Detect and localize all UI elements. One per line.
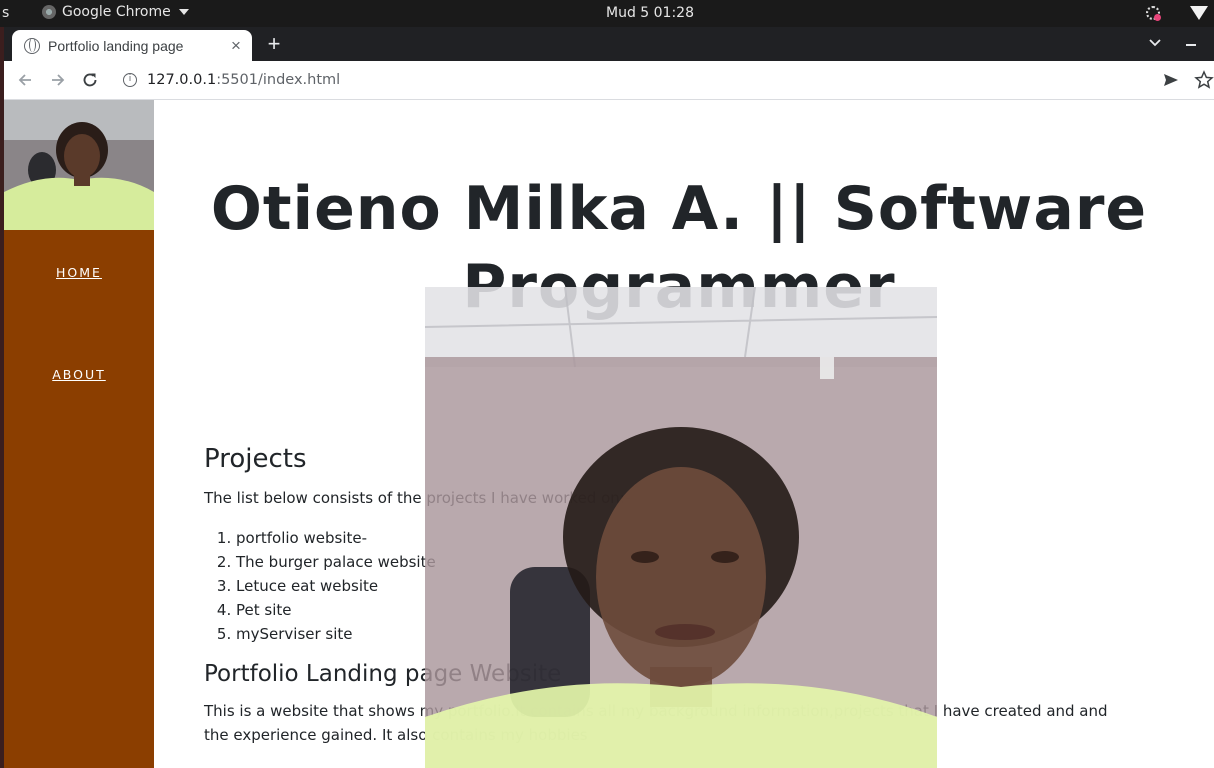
wifi-icon[interactable]	[1190, 6, 1208, 20]
list-item: The burger palace website	[236, 550, 436, 574]
send-tab-button[interactable]	[1162, 71, 1180, 94]
chevron-down-icon	[1149, 39, 1161, 47]
url-host: 127.0.0.1	[147, 72, 217, 88]
tab-strip: Portfolio landing page × +	[0, 27, 1214, 61]
sidebar-profile-photo	[4, 100, 154, 230]
projects-list: portfolio website- The burger palace web…	[204, 526, 436, 646]
list-item: myServiser site	[236, 622, 436, 646]
slack-tray-icon[interactable]	[1146, 6, 1161, 21]
list-item: Pet site	[236, 598, 436, 622]
star-icon	[1194, 70, 1214, 89]
list-item: Letuce eat website	[236, 574, 436, 598]
minimize-button[interactable]	[1186, 44, 1196, 46]
forward-arrow-icon	[52, 74, 65, 86]
new-tab-button[interactable]: +	[262, 31, 286, 57]
os-top-bar: s Google Chrome Mud 5 01:28	[0, 0, 1214, 27]
send-icon	[1164, 74, 1178, 86]
tab-search-button[interactable]	[1146, 33, 1164, 51]
projects-heading: Projects	[204, 444, 307, 474]
browser-toolbar: i 127.0.0.1:5501/index.html	[4, 61, 1214, 100]
tab-portfolio[interactable]: Portfolio landing page ×	[12, 30, 252, 61]
address-bar[interactable]: i 127.0.0.1:5501/index.html	[114, 65, 1154, 95]
globe-icon	[24, 37, 40, 54]
profile-photo	[425, 287, 937, 768]
tab-close-button[interactable]: ×	[226, 36, 246, 56]
main-content: Otieno Milka A. || Software Programmer P…	[154, 100, 1214, 768]
nav-about-link[interactable]: ABOUT	[4, 367, 154, 382]
reload-button[interactable]	[79, 69, 101, 91]
nav-home-link[interactable]: HOME	[4, 265, 154, 280]
forward-button[interactable]	[47, 69, 69, 91]
back-arrow-icon	[18, 74, 31, 86]
list-item: portfolio website-	[236, 526, 436, 550]
os-clock[interactable]: Mud 5 01:28	[0, 5, 1214, 21]
reload-icon	[83, 73, 97, 87]
back-button[interactable]	[14, 69, 36, 91]
sidebar: HOME ABOUT	[4, 100, 154, 768]
heading-line-1: Otieno Milka A. || Software	[210, 174, 1148, 245]
tab-title: Portfolio landing page	[48, 37, 184, 54]
url-text[interactable]: 127.0.0.1:5501/index.html	[147, 72, 340, 88]
bookmark-button[interactable]	[1194, 70, 1214, 95]
info-icon[interactable]: i	[123, 73, 137, 87]
url-path: :5501/index.html	[216, 72, 341, 88]
